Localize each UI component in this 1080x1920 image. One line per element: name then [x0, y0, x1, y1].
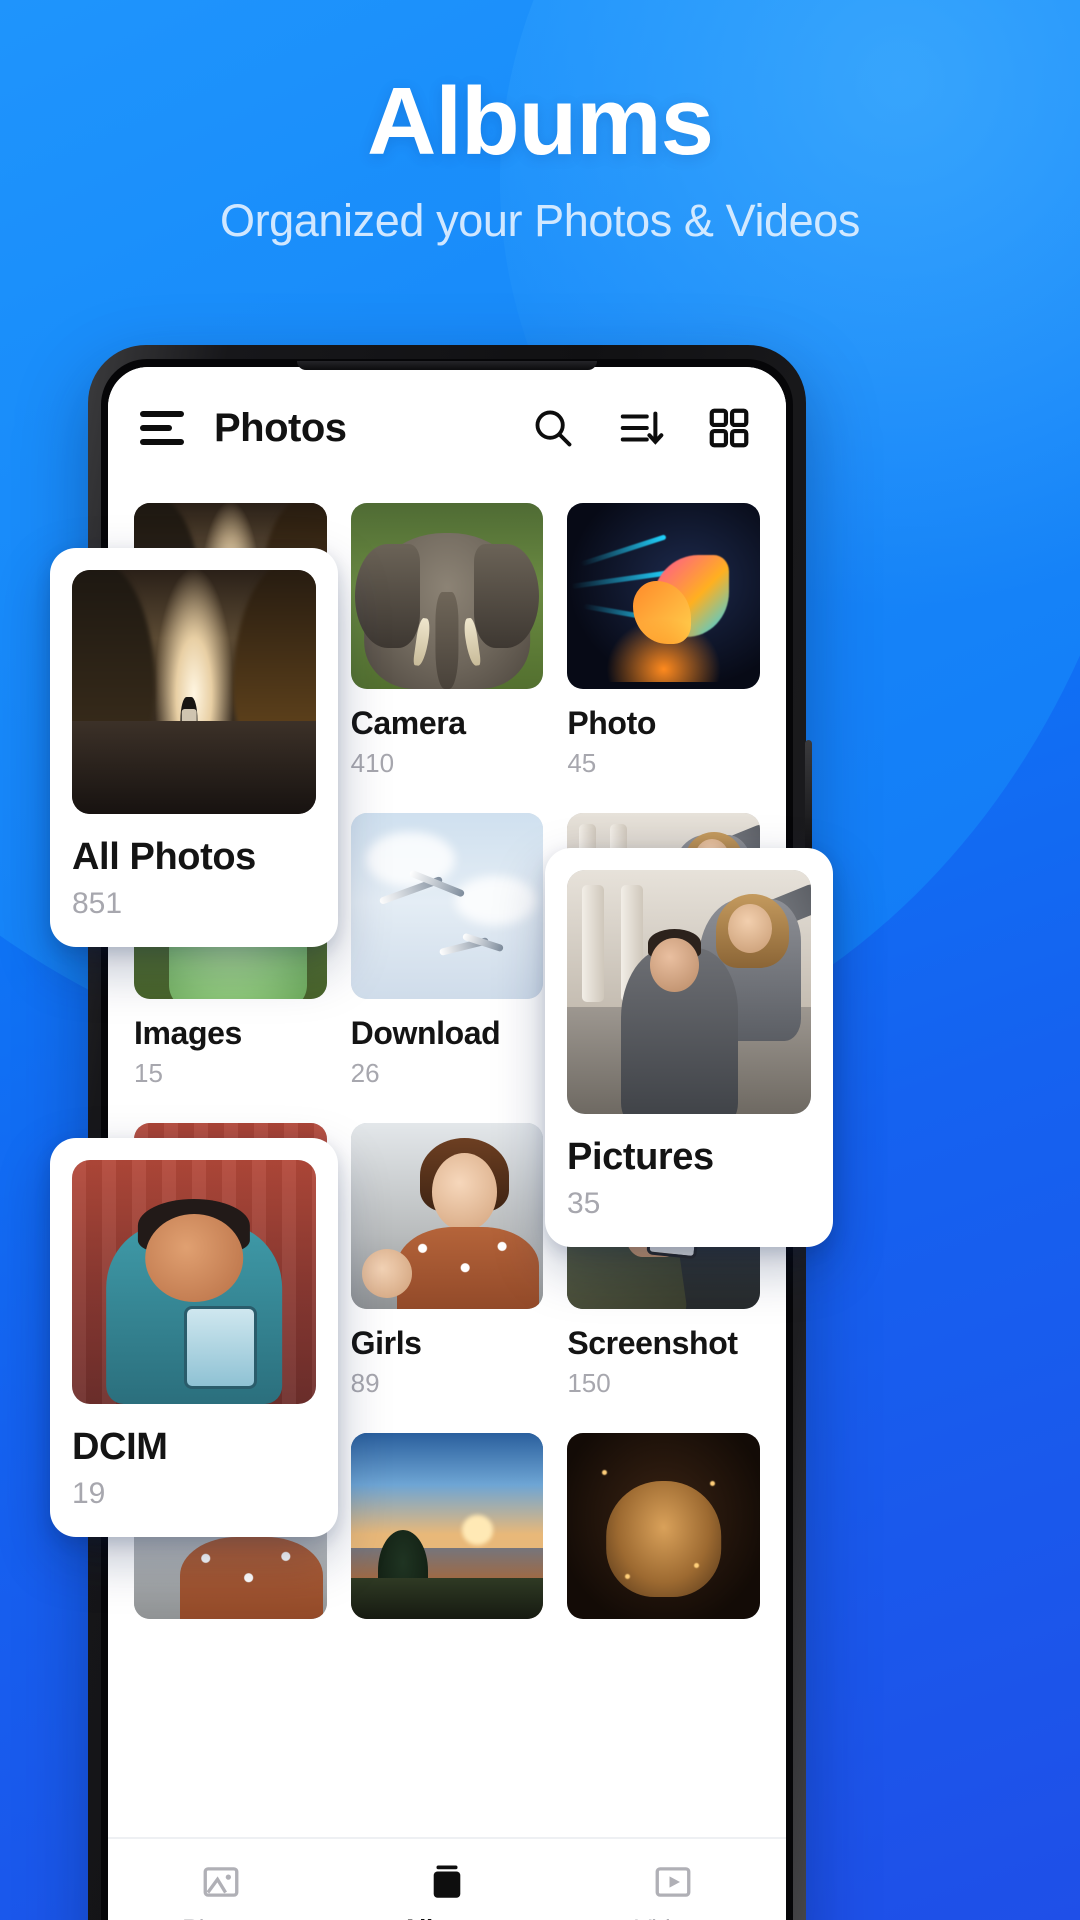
- album-thumbnail: [350, 1433, 544, 1619]
- album-cell[interactable]: Camera 410: [350, 503, 544, 779]
- video-icon: [652, 1861, 694, 1903]
- album-cell[interactable]: Photo 45: [567, 503, 760, 779]
- album-name: All Photos: [72, 836, 256, 878]
- album-thumbnail: [350, 1123, 544, 1309]
- album-count: 15: [134, 1058, 163, 1088]
- nav-item-photos[interactable]: Photos: [108, 1861, 334, 1920]
- image-icon: [200, 1861, 242, 1903]
- album-thumbnail: [567, 870, 811, 1114]
- album-count: 19: [72, 1477, 106, 1510]
- promo-title: Albums: [366, 68, 714, 175]
- album-thumbnail: [72, 1160, 316, 1404]
- albums-icon: [426, 1861, 468, 1903]
- nav-label: Albums: [401, 1915, 493, 1920]
- nav-item-videos[interactable]: Videos: [560, 1861, 786, 1920]
- album-thumbnail: [350, 503, 544, 689]
- album-count: 410: [350, 748, 395, 778]
- album-count: 89: [350, 1368, 380, 1398]
- album-thumbnail: [350, 813, 544, 999]
- album-name: Images: [134, 1015, 242, 1051]
- featured-card-dcim[interactable]: DCIM 19: [50, 1138, 338, 1537]
- sort-descending-icon[interactable]: [618, 405, 664, 451]
- nav-label: Videos: [635, 1915, 711, 1920]
- app-bar: Photos: [108, 367, 786, 489]
- album-name: Screenshot: [567, 1325, 738, 1361]
- album-count: 150: [567, 1368, 611, 1398]
- album-thumbnail: [567, 1433, 760, 1619]
- album-name: Girls: [350, 1325, 422, 1361]
- album-name: Photo: [567, 705, 656, 741]
- album-cell[interactable]: Download 26: [350, 813, 544, 1089]
- promo-stage: Albums Organized your Photos & Videos Ph…: [0, 0, 1080, 1920]
- album-count: 35: [567, 1187, 601, 1220]
- featured-card-all-photos[interactable]: All Photos 851: [50, 548, 338, 947]
- hamburger-line: [140, 425, 172, 431]
- album-thumbnail: [567, 503, 760, 689]
- album-cell-partial[interactable]: [350, 1433, 544, 1619]
- hamburger-line: [140, 439, 184, 445]
- album-name: DCIM: [72, 1426, 168, 1468]
- album-thumbnail: [72, 570, 316, 814]
- search-icon[interactable]: [530, 405, 576, 451]
- app-bar-actions: [530, 405, 752, 451]
- promo-subtitle: Organized your Photos & Videos: [219, 194, 861, 246]
- page-title: Photos: [214, 405, 347, 450]
- album-name: Download: [350, 1015, 501, 1051]
- album-name: Camera: [350, 705, 466, 741]
- hamburger-icon[interactable]: [140, 411, 184, 445]
- bottom-navigation: Photos Albums: [108, 1837, 786, 1920]
- album-cell[interactable]: Girls 89: [350, 1123, 544, 1399]
- album-count: 851: [72, 887, 123, 920]
- promo-headline: Albums Organized your Photos & Videos: [0, 68, 1080, 247]
- hamburger-line: [140, 411, 184, 417]
- grid-view-icon[interactable]: [706, 405, 752, 451]
- album-count: 45: [567, 748, 597, 778]
- nav-label: Photos: [182, 1915, 260, 1920]
- phone-notch: [297, 361, 597, 370]
- nav-item-albums[interactable]: Albums: [334, 1861, 560, 1920]
- featured-card-pictures[interactable]: Pictures 35: [545, 848, 833, 1247]
- album-count: 26: [350, 1058, 380, 1088]
- album-name: Pictures: [567, 1136, 714, 1178]
- phone-side-button: [805, 740, 812, 852]
- album-cell-partial[interactable]: [567, 1433, 760, 1619]
